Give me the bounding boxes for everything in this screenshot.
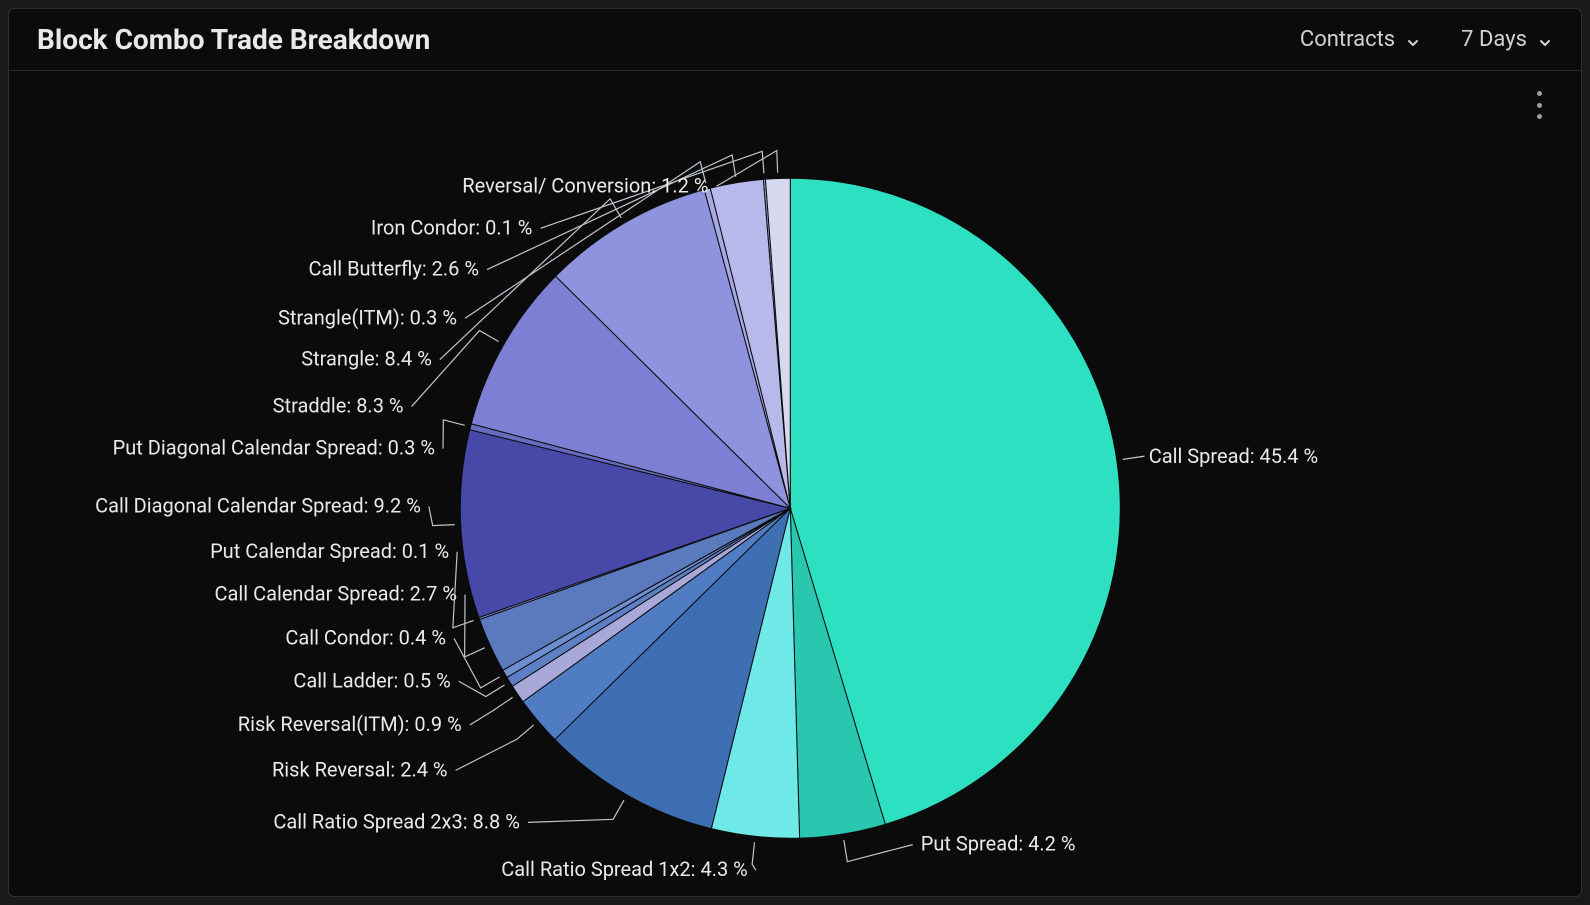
slice-label: Call Condor: 0.4 % — [285, 625, 446, 649]
leader-line — [459, 681, 505, 696]
slice-label: Call Diagonal Calendar Spread: 9.2 % — [95, 493, 421, 517]
slice-label: Risk Reversal(ITM): 0.9 % — [238, 712, 462, 736]
mode-dropdown-label: Contracts — [1300, 27, 1395, 52]
slice-label: Call Butterfly: 2.6 % — [308, 257, 479, 281]
chart-body: Call Spread: 45.4 % Put Spread: 4.2 % Call… — [9, 71, 1581, 896]
slice-label: Call Ladder: 0.5 % — [293, 668, 450, 692]
leader-line — [456, 725, 534, 770]
slice-label: Put Diagonal Calendar Spread: 0.3 % — [113, 436, 435, 460]
chevron-down-icon — [1405, 32, 1421, 48]
slice-label: Straddle: 8.3 % — [273, 394, 404, 418]
mode-dropdown[interactable]: Contracts — [1300, 27, 1421, 52]
slice-label: Strangle(ITM): 0.3 % — [278, 305, 457, 329]
slice-label: Put Calendar Spread: 0.1 % — [210, 539, 449, 563]
slice-label: Call Ratio Spread 1x2: 4.3 % — [501, 857, 748, 881]
pie-chart: Call Spread: 45.4 % Put Spread: 4.2 % Call… — [9, 71, 1581, 896]
leader-line — [528, 800, 624, 822]
leader-line — [1123, 456, 1145, 459]
range-dropdown-label: 7 Days — [1461, 27, 1527, 52]
slice-label: Call Ratio Spread 2x3: 8.8 % — [273, 809, 520, 833]
range-dropdown[interactable]: 7 Days — [1461, 27, 1553, 52]
panel-title: Block Combo Trade Breakdown — [37, 23, 430, 56]
slice-label: Put Spread: 4.2 % — [921, 832, 1076, 856]
panel-header: Block Combo Trade Breakdown Contracts 7 … — [9, 9, 1581, 71]
chevron-down-icon — [1537, 32, 1553, 48]
slice-label: Iron Condor: 0.1 % — [371, 215, 533, 239]
panel-controls: Contracts 7 Days — [1300, 27, 1553, 52]
slice-label: Call Spread: 45.4 % — [1149, 444, 1318, 468]
leader-line — [443, 420, 465, 449]
leader-line — [752, 842, 756, 870]
leader-line — [429, 506, 455, 525]
chart-panel: Block Combo Trade Breakdown Contracts 7 … — [8, 8, 1582, 897]
leader-line — [844, 840, 913, 862]
slice-label: Risk Reversal: 2.4 % — [272, 757, 448, 781]
slice-label: Strangle: 8.4 % — [301, 347, 432, 371]
leader-line — [470, 697, 513, 725]
slice-label: Reversal/ Conversion: 1.2 % — [462, 173, 708, 197]
slice-label: Call Calendar Spread: 2.7 % — [214, 582, 457, 606]
